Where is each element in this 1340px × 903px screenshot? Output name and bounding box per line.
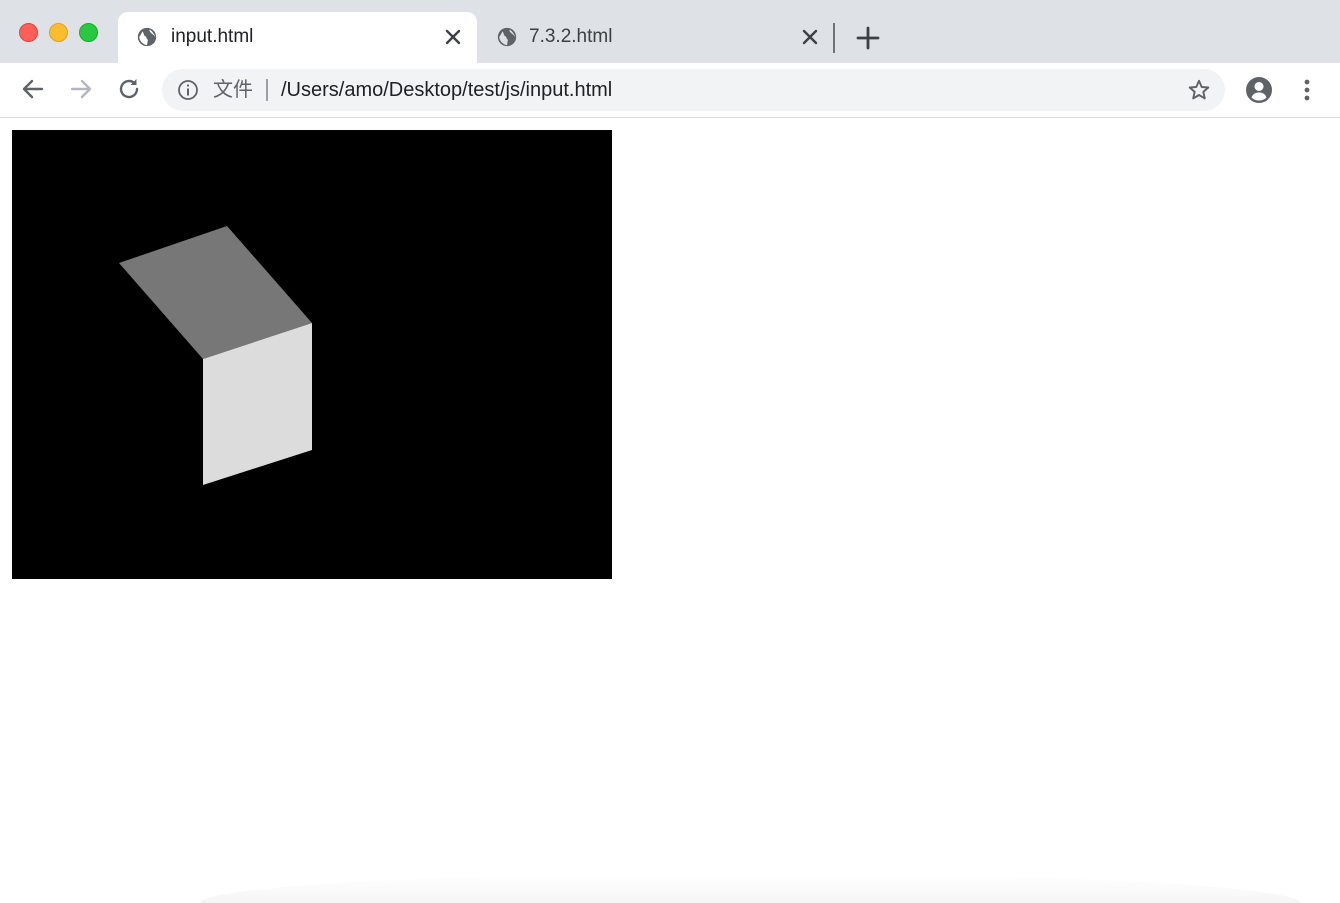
globe-icon — [137, 27, 157, 47]
url-text[interactable]: /Users/amo/Desktop/test/js/input.html — [281, 77, 612, 103]
forward-arrow-icon[interactable] — [67, 75, 95, 103]
profile-icon[interactable] — [1245, 76, 1273, 104]
address-bar[interactable]: 文件 /Users/amo/Desktop/test/js/input.html — [162, 69, 1225, 111]
tab-title: 7.3.2.html — [529, 26, 613, 47]
globe-icon — [497, 27, 517, 47]
kebab-menu-icon[interactable] — [1296, 77, 1318, 103]
plus-icon[interactable] — [855, 25, 881, 51]
star-icon[interactable] — [1187, 78, 1211, 102]
info-icon[interactable] — [177, 79, 199, 101]
window-maximize-button[interactable] — [79, 23, 98, 42]
tab-strip: input.html 7.3.2.html — [0, 0, 1340, 63]
back-arrow-icon[interactable] — [19, 75, 47, 103]
tab-separator — [833, 23, 835, 53]
page-content — [0, 118, 1340, 903]
tab-7-3-2-html[interactable]: 7.3.2.html — [478, 12, 834, 63]
window-minimize-button[interactable] — [49, 23, 68, 42]
webgl-canvas[interactable] — [12, 130, 612, 579]
bottom-shadow — [200, 873, 1300, 903]
tab-input-html[interactable]: input.html — [118, 12, 477, 63]
window-close-button[interactable] — [19, 23, 38, 42]
cube-render — [119, 226, 312, 485]
close-icon[interactable] — [443, 27, 463, 47]
site-info-label[interactable]: 文件 — [213, 77, 253, 103]
navigation-toolbar: 文件 /Users/amo/Desktop/test/js/input.html — [0, 63, 1340, 118]
browser-window: input.html 7.3.2.html 文件 /Users/amo/Desk… — [0, 0, 1340, 903]
reload-icon[interactable] — [115, 75, 143, 103]
close-icon[interactable] — [800, 27, 820, 47]
omnibox-divider — [266, 79, 268, 101]
tab-title: input.html — [171, 26, 254, 47]
